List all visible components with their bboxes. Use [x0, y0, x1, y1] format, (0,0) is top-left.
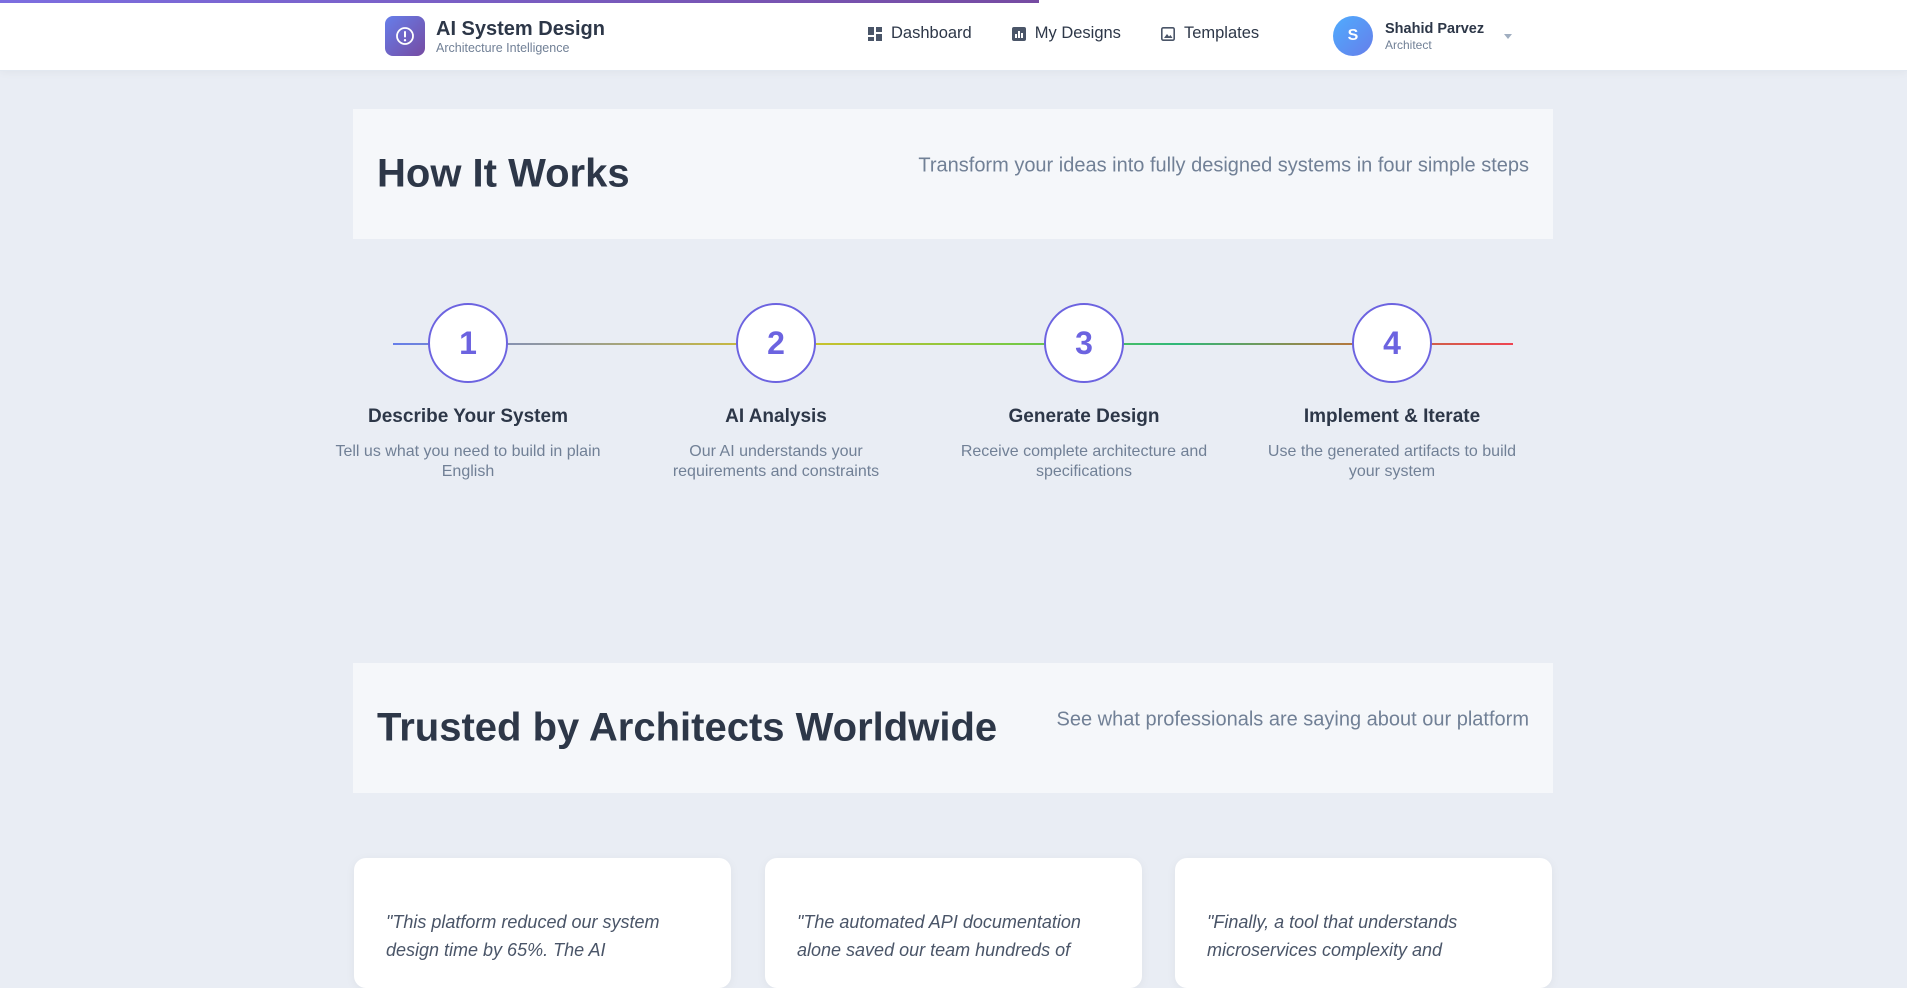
step-number-circle: 4 — [1352, 303, 1432, 383]
dashboard-icon — [868, 26, 882, 41]
step-description: Use the generated artifacts to build you… — [1267, 443, 1517, 480]
brand-title: AI System Design — [436, 18, 605, 40]
step-title: Generate Design — [1008, 406, 1160, 427]
how-it-works-subtitle: Transform your ideas into fully designed… — [918, 154, 1529, 177]
chart-icon — [1011, 26, 1026, 41]
step-item: 2 AI Analysis Our AI understands your re… — [641, 303, 911, 482]
steps-timeline: 1 Describe Your System Tell us what you … — [335, 300, 1553, 500]
avatar: S — [1333, 16, 1373, 56]
brand-logo-icon — [385, 16, 425, 56]
testimonials-header: Trusted by Architects Worldwide See what… — [353, 663, 1553, 793]
step-title: Implement & Iterate — [1303, 406, 1481, 427]
nav-templates-link[interactable]: Templates — [1160, 24, 1260, 43]
user-role: Architect — [1385, 38, 1432, 52]
step-item: 1 Describe Your System Tell us what you … — [333, 303, 603, 482]
brand-subtitle: Architecture Intelligence — [436, 41, 570, 55]
nav-dashboard-label: Dashboard — [891, 24, 972, 42]
main-nav: Dashboard My Designs Templates — [868, 24, 1299, 43]
nav-dashboard-link[interactable]: Dashboard — [868, 24, 972, 43]
testimonial-quote: "The automated API documentation alone s… — [797, 912, 1081, 960]
brand[interactable]: AI System Design Architecture Intelligen… — [385, 16, 605, 56]
page-progress-bar — [0, 0, 1039, 3]
step-number-circle: 1 — [428, 303, 508, 383]
nav-my-designs-link[interactable]: My Designs — [1011, 24, 1121, 43]
user-menu[interactable]: S Shahid Parvez Architect — [1333, 16, 1513, 56]
testimonials-subtitle: See what professionals are saying about … — [1056, 708, 1530, 731]
nav-my-designs-label: My Designs — [1034, 24, 1121, 42]
step-description: Our AI understands your requirements and… — [672, 443, 880, 480]
user-name: Shahid Parvez — [1385, 21, 1485, 37]
testimonial-card: "This platform reduced our system design… — [354, 858, 731, 988]
testimonial-card: "Finally, a tool that understands micros… — [1175, 858, 1552, 988]
chevron-down-icon — [1504, 33, 1513, 39]
testimonial-card: "The automated API documentation alone s… — [765, 858, 1142, 988]
step-item: 4 Implement & Iterate Use the generated … — [1257, 303, 1527, 482]
step-title: Describe Your System — [368, 406, 568, 427]
testimonials-title: Trusted by Architects Worldwide — [377, 705, 998, 750]
testimonial-quote: "Finally, a tool that understands micros… — [1207, 912, 1458, 960]
step-title: AI Analysis — [725, 406, 827, 427]
how-it-works-title: How It Works — [377, 151, 630, 196]
nav-templates-label: Templates — [1183, 24, 1260, 42]
step-number-circle: 2 — [736, 303, 816, 383]
how-it-works-header: How It Works Transform your ideas into f… — [353, 109, 1553, 239]
top-navbar: AI System Design Architecture Intelligen… — [0, 0, 1907, 71]
step-description: Tell us what you need to build in plain … — [335, 443, 601, 480]
step-description: Receive complete architecture and specif… — [960, 443, 1208, 480]
step-item: 3 Generate Design Receive complete archi… — [949, 303, 1219, 482]
image-icon — [1160, 26, 1175, 41]
step-number-circle: 3 — [1044, 303, 1124, 383]
testimonial-quote: "This platform reduced our system design… — [386, 912, 660, 960]
